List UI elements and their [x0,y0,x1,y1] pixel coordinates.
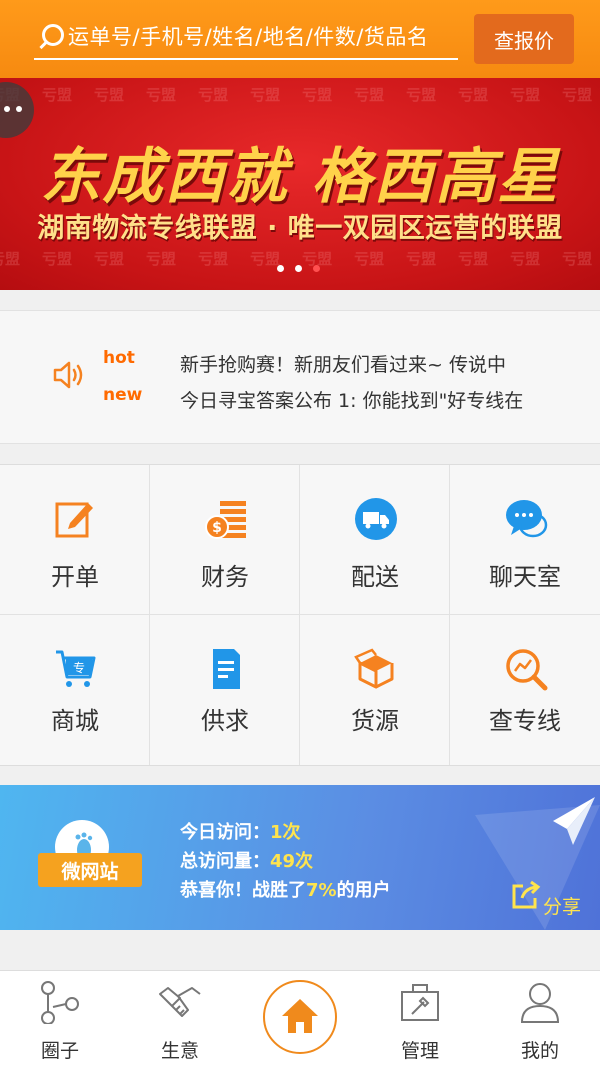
new-tag: new [103,385,143,405]
grid-item-label: 配送 [351,563,399,591]
news-item[interactable]: 新手抢购赛！新朋友们看过来~ 传说中 [180,350,506,377]
visit-today: 今日访问：1次 [180,822,301,843]
beat-users: 恭喜你！战胜了7%的用户 [180,880,391,901]
top-bar: 运单号/手机号/姓名/地名/件数/货品名 查报价 [0,0,600,78]
grid-item-label: 聊天室 [489,563,561,591]
search-placeholder: 运单号/手机号/姓名/地名/件数/货品名 [68,25,429,49]
edit-icon [55,502,93,538]
grid-item-label: 货源 [351,707,399,735]
speaker-icon [53,361,83,389]
tab-home[interactable] [263,980,337,1054]
tab-label: 生意 [160,1040,199,1062]
banner-watermark: 亏盟亏盟亏盟亏盟亏盟亏盟亏盟亏盟亏盟亏盟亏盟亏盟 [0,86,593,104]
chat-icon [506,500,548,538]
news-ticker [0,310,600,444]
share-icon[interactable] [511,880,541,910]
carousel-dot-active[interactable] [313,265,320,272]
tab-label: 管理 [400,1040,439,1062]
grid-item-label: 查专线 [489,707,561,735]
feature-grid: 开单 $ 财务 配送 聊天室 专 商城 供求 货源 查专线 [0,464,600,766]
document-icon [213,649,240,689]
svg-text:专: 专 [73,660,85,675]
visit-total: 总访问量：49次 [180,851,314,872]
banner-subtitle: 湖南物流专线联盟 · 唯一双园区运营的联盟 [37,213,563,244]
grid-item-cargo-source[interactable]: 货源 [300,615,450,765]
grid-item-finance[interactable]: $ 财务 [150,465,300,615]
grid-item-mall[interactable]: 专 商城 [0,615,150,765]
micro-site-ribbon: 微网站 [38,853,142,887]
svg-text:$: $ [212,520,222,536]
grid-item-line-search[interactable]: 查专线 [450,615,600,765]
tab-circle[interactable]: 圈子 [0,970,120,1067]
news-item[interactable]: 今日寻宝答案公布 1: 你能找到"好专线在 [180,386,523,413]
finance-icon: $ [205,501,246,539]
tab-manage[interactable]: 管理 [360,970,480,1067]
carousel-dot[interactable] [295,265,302,272]
search-line-icon [506,649,548,691]
toolbox-icon [401,984,439,1021]
hot-tag: hot [103,348,135,368]
handshake-icon [159,987,201,1017]
grid-item-label: 开单 [51,563,99,591]
banner-title: 东成西就 格西高星 [40,142,560,212]
search-icon [34,16,68,56]
carousel-indicator [277,265,320,272]
user-icon [520,983,560,1023]
tab-business[interactable]: 生意 [120,970,240,1067]
grid-item-delivery[interactable]: 配送 [300,465,450,615]
carousel-dot[interactable] [277,265,284,272]
grid-item-label: 商城 [51,707,99,735]
home-icon [282,999,318,1033]
share-button[interactable]: 分享 [543,892,581,919]
tab-label: 圈子 [40,1040,79,1062]
search-input[interactable]: 运单号/手机号/姓名/地名/件数/货品名 [34,14,458,60]
quote-button[interactable]: 查报价 [474,14,574,64]
grid-item-label: 财务 [201,563,249,591]
circle-network-icon [41,981,79,1024]
grid-item-supply-demand[interactable]: 供求 [150,615,300,765]
tab-label: 我的 [520,1040,559,1062]
banner-carousel[interactable]: 亏盟亏盟亏盟亏盟亏盟亏盟亏盟亏盟亏盟亏盟亏盟亏盟 亏盟亏盟亏盟亏盟亏盟亏盟亏盟亏… [0,78,600,290]
box-icon [354,648,394,689]
truck-icon [355,498,397,540]
tab-mine[interactable]: 我的 [480,970,600,1067]
grid-item-billing[interactable]: 开单 [0,465,150,615]
grid-item-label: 供求 [201,707,249,735]
cart-icon: 专 [56,650,96,687]
grid-item-chatroom[interactable]: 聊天室 [450,465,600,615]
